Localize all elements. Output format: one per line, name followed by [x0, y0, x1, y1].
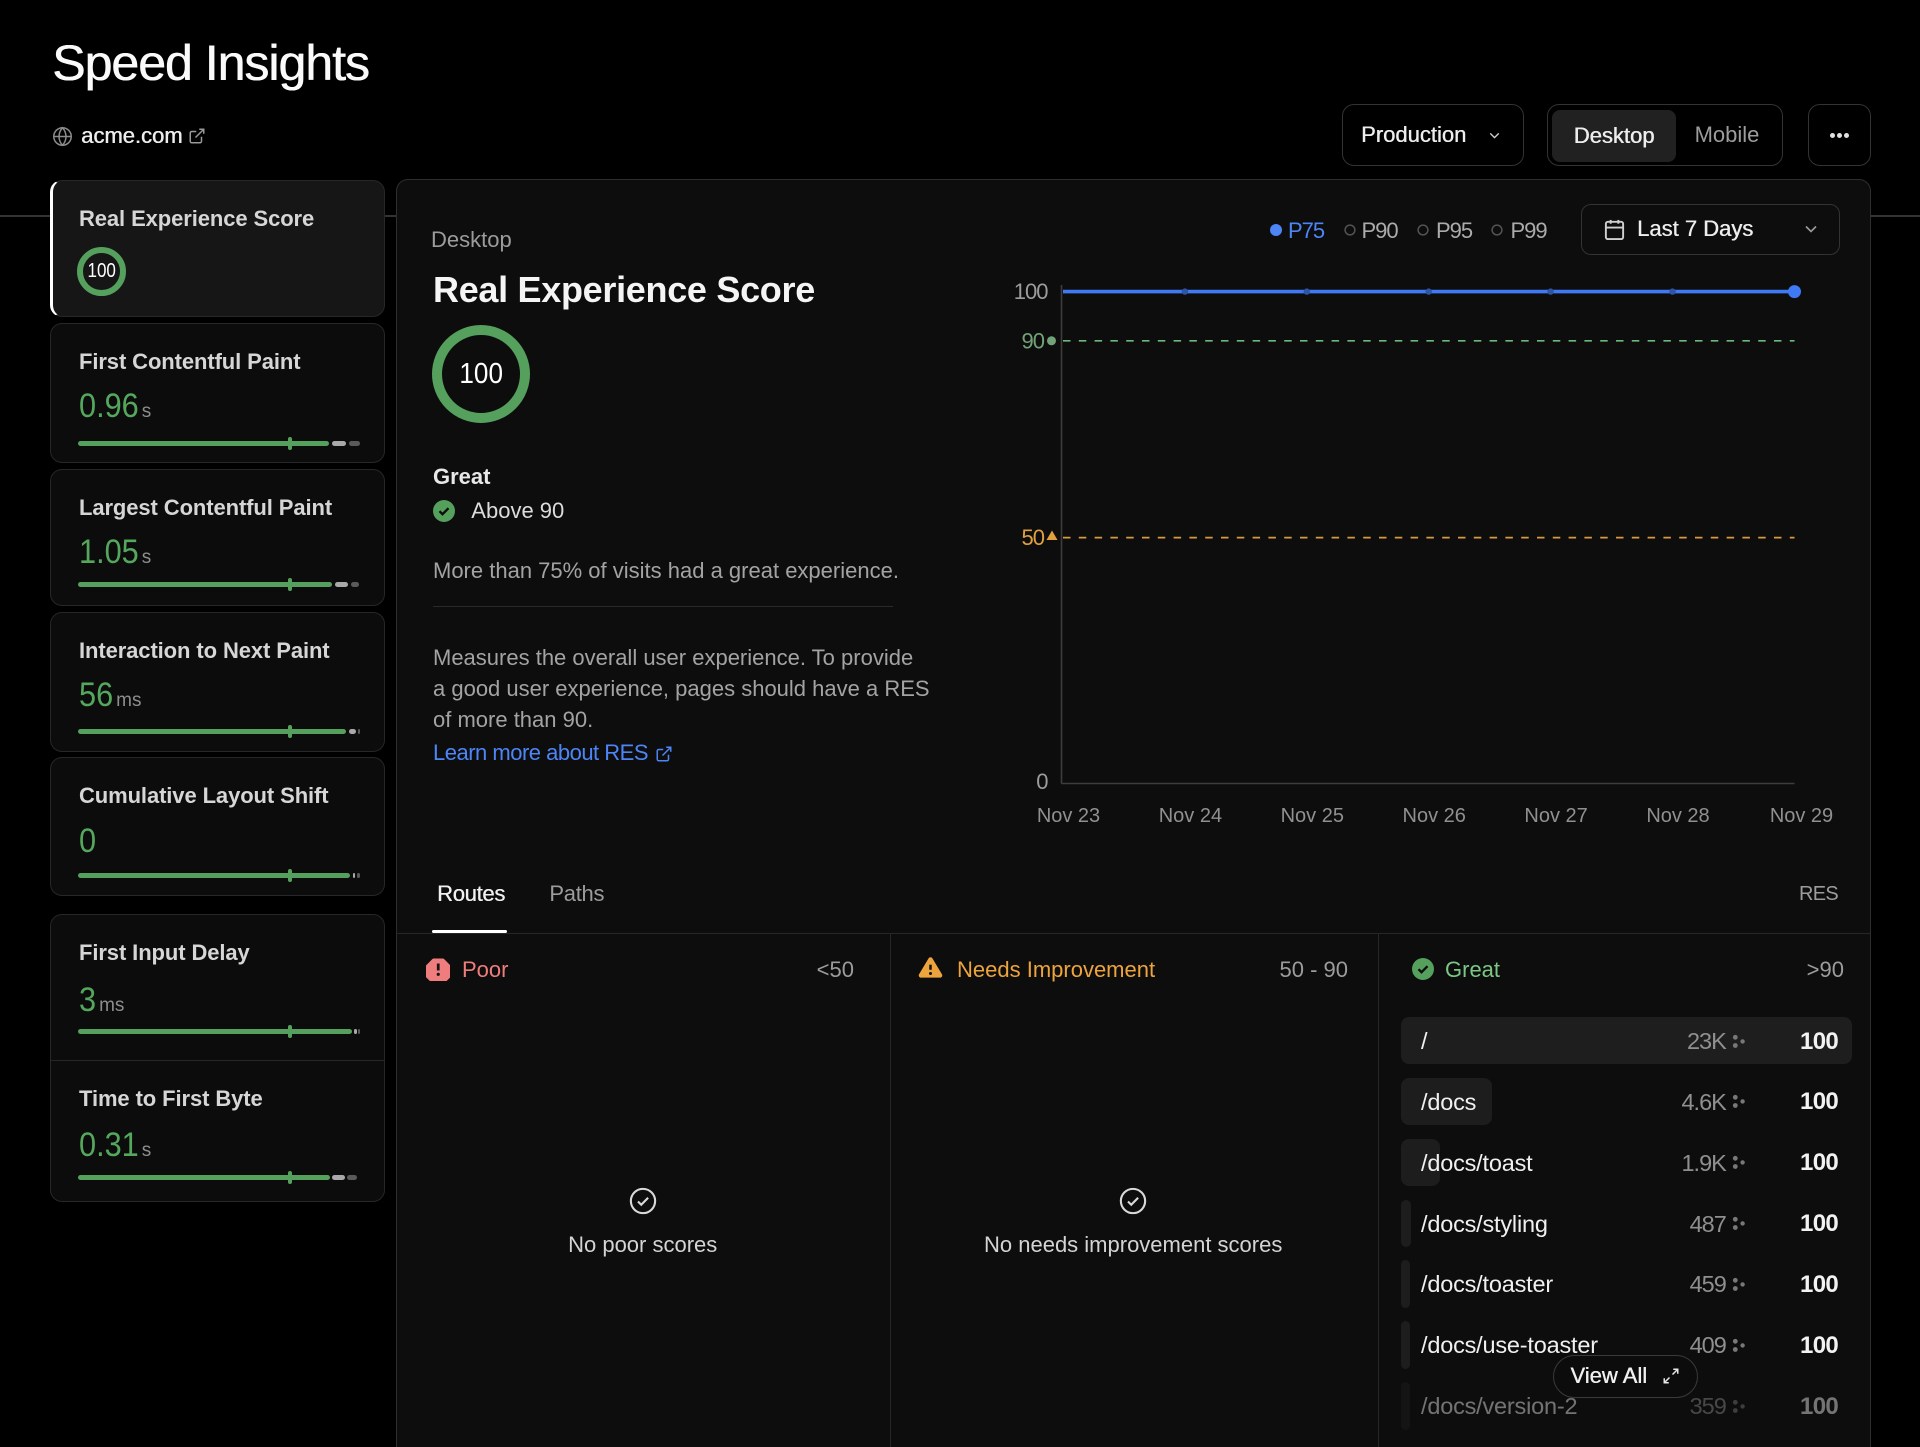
svg-text:50: 50 [1022, 525, 1045, 550]
svg-text:0: 0 [1036, 769, 1048, 794]
svg-text:Nov 28: Nov 28 [1646, 805, 1709, 827]
svg-text:90: 90 [1022, 328, 1045, 353]
svg-text:Nov 29: Nov 29 [1770, 805, 1833, 827]
svg-text:Nov 26: Nov 26 [1403, 805, 1466, 827]
svg-text:Nov 23: Nov 23 [1037, 805, 1100, 827]
svg-text:Nov 25: Nov 25 [1281, 805, 1344, 827]
svg-text:Nov 27: Nov 27 [1524, 805, 1587, 827]
svg-text:Nov 24: Nov 24 [1159, 805, 1222, 827]
svg-text:100: 100 [1014, 279, 1048, 304]
